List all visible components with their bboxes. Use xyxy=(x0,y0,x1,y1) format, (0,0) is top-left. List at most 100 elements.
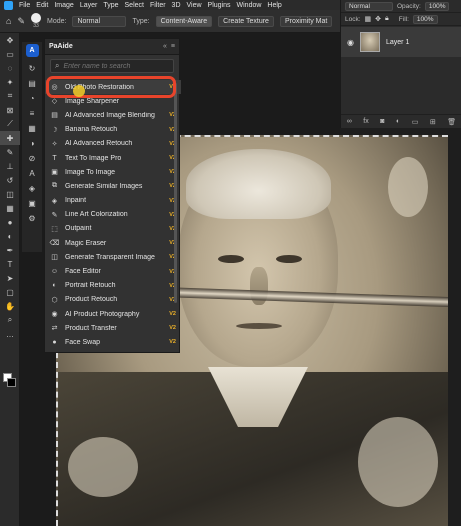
adjustment-icon[interactable]: ◐ xyxy=(396,118,400,125)
blend-mode-select[interactable]: Normal xyxy=(345,1,393,11)
strip-settings-icon[interactable]: ⚙ xyxy=(22,211,42,226)
plugin-item[interactable]: ▤ AI Advanced Image Blending V2 xyxy=(45,108,181,122)
more-tools-icon[interactable]: … xyxy=(0,327,20,341)
move-tool-icon[interactable]: ✥ xyxy=(0,33,20,47)
menu-layer[interactable]: Layer xyxy=(80,2,98,9)
plugin-item[interactable]: ☺ Face Editor V2 xyxy=(45,264,181,278)
search-input[interactable] xyxy=(63,62,164,70)
proximity-match-button[interactable]: Proximity Mat xyxy=(279,15,333,27)
lock-all-icon[interactable]: 🔒︎ xyxy=(385,15,389,23)
search-box[interactable]: ⌕ xyxy=(50,59,174,73)
brush-preset[interactable]: 33 xyxy=(30,13,41,29)
magic-wand-icon[interactable]: ✦ xyxy=(0,75,20,89)
lineart-icon: ✎ xyxy=(51,211,58,219)
plugin-item[interactable]: ⬚ Outpaint V2 xyxy=(45,222,181,236)
background-color-swatch[interactable] xyxy=(7,378,16,387)
lock-pixels-icon[interactable]: ▦ xyxy=(365,15,372,23)
delete-layer-icon[interactable]: 🗑︎ xyxy=(447,118,456,126)
panel-scrollbar[interactable] xyxy=(174,83,177,303)
visibility-eye-icon[interactable]: ◉ xyxy=(347,38,354,47)
strip-text-icon[interactable]: A xyxy=(22,166,42,181)
transfer-icon: ⇄ xyxy=(51,325,58,333)
crop-tool-icon[interactable]: ⌗ xyxy=(0,89,20,103)
layer-row[interactable]: ◉ Layer 1 xyxy=(341,27,461,57)
pen-tool-icon[interactable]: ✒ xyxy=(0,243,20,257)
plugin-item[interactable]: ✧ AI Advanced Retouch V2 xyxy=(45,137,181,151)
strip-adjust-icon[interactable]: ◑ xyxy=(22,136,42,151)
panel-menu-icon[interactable]: ≡ xyxy=(171,43,175,50)
collapse-icon[interactable]: « xyxy=(163,43,167,50)
hand-tool-icon[interactable]: ✋ xyxy=(0,299,20,313)
plugin-item[interactable]: ◐ Portrait Retouch V2 xyxy=(45,279,181,293)
eraser-tool-icon[interactable]: ◫ xyxy=(0,187,20,201)
strip-grid-icon[interactable]: ▦ xyxy=(22,121,42,136)
mode-select[interactable]: Normal xyxy=(72,15,127,27)
strip-layers-icon[interactable]: ≡ xyxy=(22,106,42,121)
group-folder-icon[interactable]: ▭ xyxy=(412,118,419,126)
paaide-logo-icon[interactable]: A xyxy=(25,44,39,57)
plugin-item[interactable]: ⬡ Product Retouch V2 xyxy=(45,293,181,307)
menu-view[interactable]: View xyxy=(187,2,202,9)
plugin-item[interactable]: ▣ Image To Image V2 xyxy=(45,165,181,179)
healing-brush-tool-icon[interactable]: ✚ xyxy=(0,131,20,145)
fx-icon[interactable]: fx xyxy=(363,118,368,125)
plugin-item[interactable]: ◎ Old Photo Restoration V2 xyxy=(45,80,181,95)
layer-name[interactable]: Layer 1 xyxy=(386,39,409,46)
menu-type[interactable]: Type xyxy=(103,2,118,9)
type-tool-icon[interactable]: T xyxy=(0,257,20,271)
paaide-panel: PaAide « ≡ ⌕ ◎Old Photo RestorationV2 ◇ Im… xyxy=(44,38,181,353)
opacity-input[interactable]: 100% xyxy=(424,1,450,11)
strip-image-icon[interactable]: ▣ xyxy=(22,196,42,211)
lasso-tool-icon[interactable]: ◌ xyxy=(0,61,20,75)
plugin-item[interactable]: ◇ Image Sharpener xyxy=(45,94,181,108)
create-texture-button[interactable]: Create Texture xyxy=(218,15,274,27)
plugin-item[interactable]: ◈ Inpaint V2 xyxy=(45,194,181,208)
new-layer-icon[interactable]: ⊞ xyxy=(430,118,436,126)
menu-select[interactable]: Select xyxy=(125,2,144,9)
home-icon[interactable]: ⌂ xyxy=(6,16,11,26)
menu-file[interactable]: File xyxy=(19,2,30,9)
plugin-item[interactable]: ✎ Line Art Colorization V2 xyxy=(45,208,181,222)
dodge-tool-icon[interactable]: ◐ xyxy=(0,229,20,243)
path-selection-icon[interactable]: ➤ xyxy=(0,271,20,285)
menu-window[interactable]: Window xyxy=(237,2,262,9)
link-layers-icon[interactable]: ∞ xyxy=(347,118,352,125)
plugin-item[interactable]: ⇄ Product Transfer V2 xyxy=(45,321,181,335)
plugin-item[interactable]: ◫ Generate Transparent Image V2 xyxy=(45,250,181,264)
plugin-item[interactable]: ⧉ Generate Similar Images V2 xyxy=(45,179,181,193)
plugin-item[interactable]: T Text To Image Pro V2 xyxy=(45,151,181,165)
frame-tool-icon[interactable]: ⊠ xyxy=(0,103,20,117)
clone-stamp-icon[interactable]: ⊥ xyxy=(0,159,20,173)
zoom-tool-icon[interactable]: ⌕ xyxy=(0,313,20,327)
fill-input[interactable]: 100% xyxy=(412,14,438,24)
blur-tool-icon[interactable]: ● xyxy=(0,215,20,229)
menu-edit[interactable]: Edit xyxy=(36,2,48,9)
plugin-item[interactable]: ⌫ Magic Eraser V2 xyxy=(45,236,181,250)
content-aware-button[interactable]: Content-Aware xyxy=(155,15,213,27)
strip-history-icon[interactable]: ↻ xyxy=(22,61,42,76)
gradient-tool-icon[interactable]: ▦ xyxy=(0,201,20,215)
marquee-tool-icon[interactable]: ▭ xyxy=(0,47,20,61)
eyedropper-icon[interactable]: ⟋ xyxy=(0,117,20,131)
healing-brush-icon[interactable]: ✎ xyxy=(17,16,25,27)
strip-brush-icon[interactable]: ⊘ xyxy=(22,151,42,166)
mask-icon[interactable]: ◙ xyxy=(380,118,384,125)
menu-3d[interactable]: 3D xyxy=(172,2,181,9)
rectangle-tool-icon[interactable]: ▢ xyxy=(0,285,20,299)
menu-filter[interactable]: Filter xyxy=(150,2,166,9)
strip-palette-icon[interactable]: ◔ xyxy=(22,91,42,106)
history-brush-icon[interactable]: ↺ xyxy=(0,173,20,187)
strip-shape-icon[interactable]: ◈ xyxy=(22,181,42,196)
lock-position-icon[interactable]: ✥ xyxy=(375,15,381,23)
plugin-item[interactable]: ◉ AI Product Photography V2 xyxy=(45,307,181,321)
mode-value: Normal xyxy=(77,17,101,25)
strip-comment-icon[interactable]: ▤ xyxy=(22,76,42,91)
menu-plugins[interactable]: Plugins xyxy=(208,2,231,9)
brush-tool-icon[interactable]: ✎ xyxy=(0,145,20,159)
plugin-item[interactable]: ● Face Swap V2 xyxy=(45,335,181,349)
plugin-strip: A ↻ ▤ ◔ ≡ ▦ ◑ ⊘ A ◈ ▣ ⚙ xyxy=(22,42,42,252)
menu-image[interactable]: Image xyxy=(54,2,73,9)
layers-footer: ∞ fx ◙ ◐ ▭ ⊞ 🗑︎ xyxy=(341,114,461,128)
menu-help[interactable]: Help xyxy=(267,2,281,9)
plugin-item[interactable]: ☽ Banana Retouch V2 xyxy=(45,123,181,137)
